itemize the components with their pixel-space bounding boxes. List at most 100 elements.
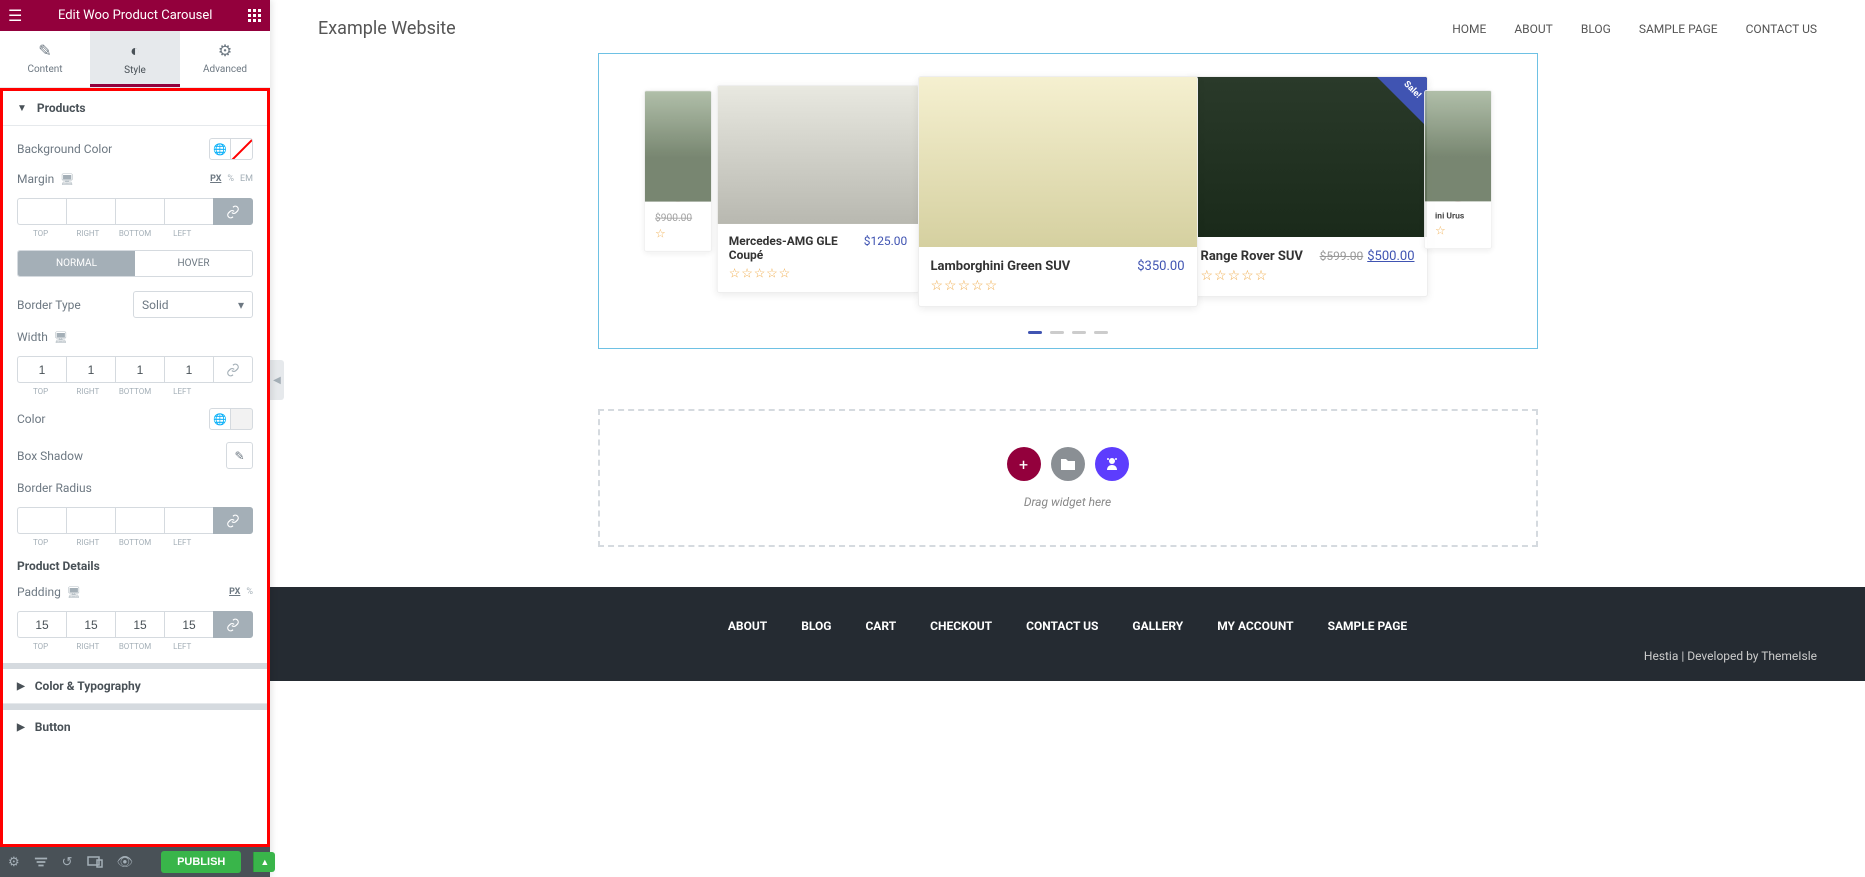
product-old-price: $599.00 xyxy=(1320,249,1364,263)
section-button-label: Button xyxy=(35,720,71,734)
nav-item[interactable]: ABOUT xyxy=(1514,22,1553,36)
carousel-dot[interactable] xyxy=(1050,331,1064,334)
footer-nav-item[interactable]: GALLERY xyxy=(1132,619,1183,633)
add-section-button[interactable]: + xyxy=(1007,447,1041,481)
revisions-icon[interactable] xyxy=(34,855,48,869)
preview-icon[interactable]: 👁 xyxy=(117,855,134,870)
dim-label-right: RIGHT xyxy=(64,538,111,547)
controls-panel: ▼ Products Background Color 🌐 Margin🖥 PX xyxy=(0,88,270,847)
nav-item[interactable]: CONTACT US xyxy=(1746,22,1817,36)
nav-item[interactable]: HOME xyxy=(1452,22,1486,36)
settings-icon[interactable]: ⚙ xyxy=(8,855,20,870)
width-bottom[interactable] xyxy=(115,356,164,383)
padding-left[interactable] xyxy=(164,611,213,638)
tab-advanced[interactable]: ⚙Advanced xyxy=(180,31,270,87)
dim-label-left: LEFT xyxy=(159,387,206,396)
globe-icon[interactable]: 🌐 xyxy=(209,408,231,430)
site-title: Example Website xyxy=(318,18,456,39)
section-products-head[interactable]: ▼ Products xyxy=(3,91,267,126)
rating-stars: ☆☆☆☆☆ xyxy=(1201,268,1415,284)
preview-area: Example Website HOME ABOUT BLOG SAMPLE P… xyxy=(270,0,1865,877)
padding-bottom[interactable] xyxy=(115,611,164,638)
margin-left[interactable] xyxy=(164,198,213,225)
carousel-dot[interactable] xyxy=(1028,331,1042,334)
margin-top[interactable] xyxy=(17,198,66,225)
footer-nav-item[interactable]: CHECKOUT xyxy=(930,619,992,633)
unit-em[interactable]: EM xyxy=(240,174,253,184)
width-left[interactable] xyxy=(164,356,213,383)
tab-content[interactable]: ✎Content xyxy=(0,31,90,87)
width-top[interactable] xyxy=(17,356,66,383)
credit-link[interactable]: ThemeIsle xyxy=(1761,649,1817,663)
history-icon[interactable]: ↺ xyxy=(62,855,73,870)
carousel-widget[interactable]: $900.00 ☆ Mercedes-AMG GLE Coupé $125.00… xyxy=(598,53,1538,349)
link-icon[interactable] xyxy=(213,198,253,225)
bg-color-swatch[interactable] xyxy=(231,138,253,160)
radius-right[interactable] xyxy=(66,507,115,534)
editor-footer: ⚙ ↺ 👁 PUBLISH ▲ xyxy=(0,847,270,877)
product-name: Mercedes-AMG GLE Coupé xyxy=(728,235,863,263)
unit-pct[interactable]: % xyxy=(227,174,234,184)
apps-icon[interactable] xyxy=(248,9,262,23)
publish-more-button[interactable]: ▲ xyxy=(253,852,275,872)
radius-top[interactable] xyxy=(17,507,66,534)
tab-style[interactable]: ◐Style xyxy=(90,31,180,87)
product-name: Lamborghini Green SUV xyxy=(931,259,1071,274)
footer-nav-item[interactable]: MY ACCOUNT xyxy=(1217,619,1293,633)
rating-stars: ☆☆☆☆☆ xyxy=(931,278,1185,294)
product-card[interactable]: Lamborghini Green SUV $350.00 ☆☆☆☆☆ xyxy=(918,76,1198,307)
carousel-dot[interactable] xyxy=(1094,331,1108,334)
radius-bottom[interactable] xyxy=(115,507,164,534)
nav-item[interactable]: SAMPLE PAGE xyxy=(1639,22,1718,36)
responsive-icon[interactable]: 🖥 xyxy=(60,173,74,186)
footer-nav-item[interactable]: ABOUT xyxy=(728,619,767,633)
padding-top[interactable] xyxy=(17,611,66,638)
edit-icon[interactable]: ✎ xyxy=(226,442,253,469)
margin-right[interactable] xyxy=(66,198,115,225)
responsive-icon[interactable]: 🖥 xyxy=(54,331,68,344)
color-swatch[interactable] xyxy=(231,408,253,430)
tab-normal[interactable]: NORMAL xyxy=(18,251,135,276)
drag-hint: Drag widget here xyxy=(600,495,1536,509)
product-card[interactable]: Mercedes-AMG GLE Coupé $125.00 ☆☆☆☆☆ xyxy=(716,85,918,293)
link-icon[interactable] xyxy=(213,507,253,534)
footer-nav-item[interactable]: SAMPLE PAGE xyxy=(1328,619,1408,633)
publish-button[interactable]: PUBLISH xyxy=(161,851,241,873)
dim-label-bottom: BOTTOM xyxy=(111,642,158,651)
kit-button[interactable] xyxy=(1095,447,1129,481)
width-right[interactable] xyxy=(66,356,115,383)
section-button-head[interactable]: ▶ Button xyxy=(3,710,267,744)
unit-px[interactable]: PX xyxy=(229,587,240,597)
bg-color-label: Background Color xyxy=(17,142,112,156)
product-name: Range Rover SUV xyxy=(1201,249,1303,264)
caret-right-icon: ▶ xyxy=(17,681,25,692)
border-type-select[interactable]: Solid ▾ xyxy=(133,291,253,318)
product-card[interactable]: ini Urus ☆ xyxy=(1424,90,1492,249)
unit-pct[interactable]: % xyxy=(246,587,253,597)
link-icon[interactable] xyxy=(213,356,253,383)
carousel-dot[interactable] xyxy=(1072,331,1086,334)
site-header: Example Website HOME ABOUT BLOG SAMPLE P… xyxy=(270,0,1865,53)
product-card[interactable]: Sale! Range Rover SUV $599.00$500.00 ☆☆☆… xyxy=(1188,76,1428,297)
footer-nav-item[interactable]: CART xyxy=(865,619,896,633)
unit-px[interactable]: PX xyxy=(210,174,221,184)
section-color-typo-head[interactable]: ▶ Color & Typography xyxy=(3,669,267,704)
globe-icon[interactable]: 🌐 xyxy=(209,138,231,160)
menu-icon[interactable]: ☰ xyxy=(8,6,22,25)
nav-item[interactable]: BLOG xyxy=(1581,22,1611,36)
empty-section[interactable]: + Drag widget here xyxy=(598,409,1538,547)
padding-right[interactable] xyxy=(66,611,115,638)
footer-nav-item[interactable]: CONTACT US xyxy=(1026,619,1098,633)
dim-label-top: TOP xyxy=(17,642,64,651)
responsive-icon[interactable]: 🖥 xyxy=(67,586,81,599)
margin-bottom[interactable] xyxy=(115,198,164,225)
link-icon[interactable] xyxy=(213,611,253,638)
product-card[interactable]: $900.00 ☆ xyxy=(644,90,712,252)
tab-hover[interactable]: HOVER xyxy=(135,251,252,276)
collapse-sidebar-icon[interactable]: ◀ xyxy=(270,360,284,400)
add-template-button[interactable] xyxy=(1051,447,1085,481)
dim-label-bottom: BOTTOM xyxy=(111,387,158,396)
radius-left[interactable] xyxy=(164,507,213,534)
responsive-icon[interactable] xyxy=(87,856,103,868)
footer-nav-item[interactable]: BLOG xyxy=(801,619,831,633)
